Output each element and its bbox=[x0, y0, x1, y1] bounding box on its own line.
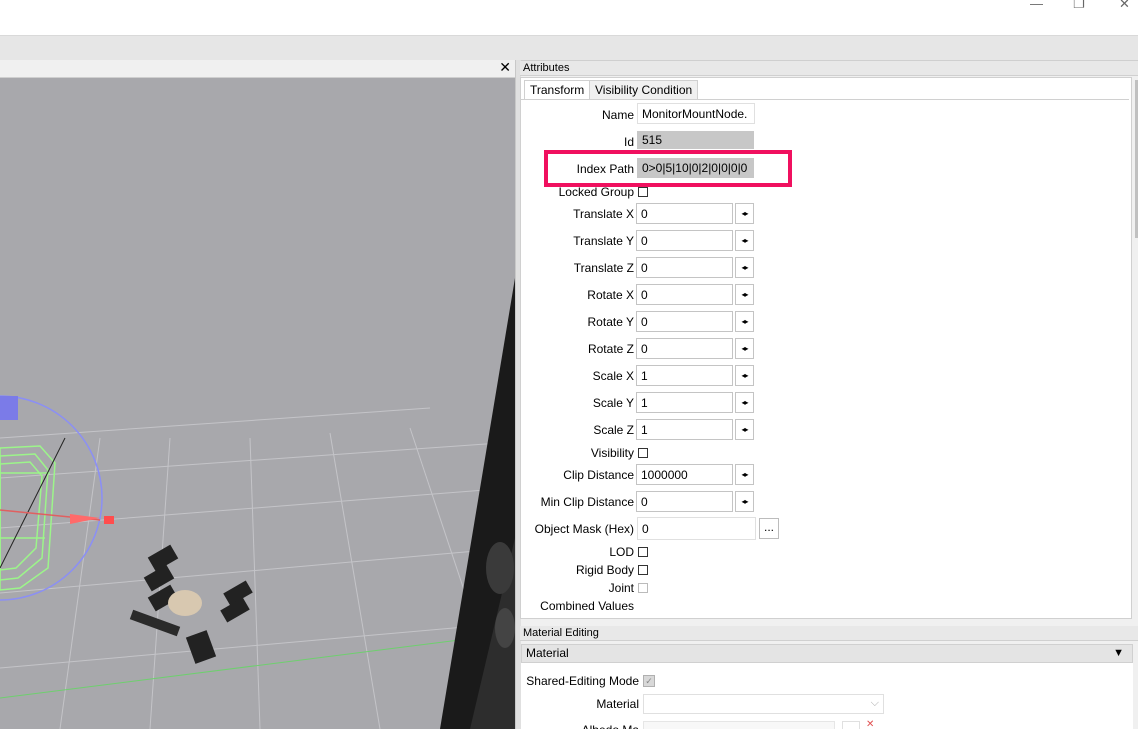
translate-y-field[interactable] bbox=[636, 230, 733, 251]
rotate-z-spin-icon[interactable]: ◂▸ bbox=[735, 338, 754, 359]
scale-y-label: Scale Y bbox=[592, 396, 634, 410]
rotate-z-label: Rotate Z bbox=[587, 342, 634, 356]
scale-z-spin-icon[interactable]: ◂▸ bbox=[735, 419, 754, 440]
shared-editing-mode-checkbox[interactable]: ✓ bbox=[643, 675, 655, 687]
material-editing-header: Material Editing bbox=[520, 626, 1138, 641]
albedo-clear-icon[interactable]: ✕ bbox=[866, 720, 874, 729]
minimize-icon[interactable]: — bbox=[1030, 0, 1043, 11]
attributes-header: Attributes bbox=[520, 61, 1138, 76]
close-icon[interactable]: ✕ bbox=[1119, 0, 1130, 12]
lod-label: LOD bbox=[609, 545, 634, 559]
scale-z-field[interactable] bbox=[636, 419, 733, 440]
joint-checkbox[interactable] bbox=[638, 583, 648, 593]
id-label: Id bbox=[623, 135, 634, 149]
collapse-arrow-icon[interactable]: ▼ bbox=[1113, 645, 1124, 662]
material-section-label: Material bbox=[526, 646, 569, 660]
min-clip-distance-spin-icon[interactable]: ◂▸ bbox=[735, 491, 754, 512]
rotate-x-label: Rotate X bbox=[587, 288, 634, 302]
rotate-x-field[interactable] bbox=[636, 284, 733, 305]
scale-y-spin-icon[interactable]: ◂▸ bbox=[735, 392, 754, 413]
id-field: 515 bbox=[637, 131, 754, 149]
rotate-y-field[interactable] bbox=[636, 311, 733, 332]
translate-z-label: Translate Z bbox=[573, 261, 634, 275]
shared-editing-mode-label: Shared-Editing Mode bbox=[526, 674, 639, 688]
material-label: Material bbox=[596, 697, 639, 711]
rigid-body-checkbox[interactable] bbox=[638, 565, 648, 575]
clip-distance-spin-icon[interactable]: ◂▸ bbox=[735, 464, 754, 485]
clip-distance-label: Clip Distance bbox=[563, 468, 634, 482]
translate-y-spin-icon[interactable]: ◂▸ bbox=[735, 230, 754, 251]
min-clip-distance-field[interactable] bbox=[636, 491, 733, 512]
lod-checkbox[interactable] bbox=[638, 547, 648, 557]
tab-underline bbox=[521, 99, 1129, 100]
rotate-y-label: Rotate Y bbox=[587, 315, 634, 329]
name-field[interactable] bbox=[637, 103, 755, 124]
viewport-header: ✕ bbox=[0, 59, 515, 78]
translate-y-label: Translate Y bbox=[573, 234, 634, 248]
material-editing-title: Material Editing bbox=[523, 627, 599, 639]
albedo-browse-button[interactable] bbox=[842, 721, 860, 729]
name-label: Name bbox=[601, 108, 634, 122]
locked-group-checkbox[interactable] bbox=[638, 187, 648, 197]
material-section-bar[interactable]: Material ▼ bbox=[521, 644, 1133, 663]
gizmo-handle bbox=[0, 396, 18, 420]
translate-x-spin-icon[interactable]: ◂▸ bbox=[735, 203, 754, 224]
material-dropdown[interactable]: ⌵ bbox=[643, 694, 884, 714]
restore-icon[interactable]: ❐ bbox=[1073, 0, 1085, 12]
translate-z-spin-icon[interactable]: ◂▸ bbox=[735, 257, 754, 278]
translate-z-field[interactable] bbox=[636, 257, 733, 278]
rotate-y-spin-icon[interactable]: ◂▸ bbox=[735, 311, 754, 332]
window-titlebar: — ❐ ✕ bbox=[0, 0, 1138, 14]
object-mask-browse-button[interactable]: ... bbox=[759, 518, 779, 539]
toolbar bbox=[0, 14, 1138, 36]
scale-x-field[interactable] bbox=[636, 365, 733, 386]
albedo-label: Albedo Ma bbox=[439, 722, 639, 729]
index-path-highlight-box bbox=[544, 150, 792, 187]
rigid-body-label: Rigid Body bbox=[575, 563, 634, 577]
object-mask-label: Object Mask (Hex) bbox=[534, 522, 634, 536]
clip-distance-field[interactable] bbox=[636, 464, 733, 485]
scale-y-field[interactable] bbox=[636, 392, 733, 413]
scale-x-label: Scale X bbox=[592, 369, 634, 383]
scale-x-spin-icon[interactable]: ◂▸ bbox=[735, 365, 754, 386]
scale-z-label: Scale Z bbox=[593, 423, 634, 437]
rotate-x-spin-icon[interactable]: ◂▸ bbox=[735, 284, 754, 305]
locked-group-label: Locked Group bbox=[558, 185, 634, 199]
min-clip-distance-label: Min Clip Distance bbox=[540, 495, 634, 509]
translate-x-field[interactable] bbox=[636, 203, 733, 224]
joint-label: Joint bbox=[608, 581, 634, 595]
attributes-title: Attributes bbox=[523, 62, 570, 74]
object-mask-field[interactable] bbox=[637, 517, 756, 540]
chevron-down-icon: ⌵ bbox=[870, 697, 879, 709]
tab-transform[interactable]: Transform bbox=[524, 80, 591, 100]
albedo-field[interactable] bbox=[643, 721, 835, 729]
visibility-label: Visibility bbox=[590, 446, 634, 460]
menubar bbox=[0, 36, 1138, 61]
tab-visibility-condition[interactable]: Visibility Condition bbox=[589, 80, 699, 100]
translate-x-label: Translate X bbox=[573, 207, 634, 221]
viewport-close-icon[interactable]: ✕ bbox=[499, 59, 511, 76]
visibility-checkbox[interactable] bbox=[638, 448, 648, 458]
rotate-z-field[interactable] bbox=[636, 338, 733, 359]
combined-values-label: Combined Values bbox=[540, 599, 634, 613]
